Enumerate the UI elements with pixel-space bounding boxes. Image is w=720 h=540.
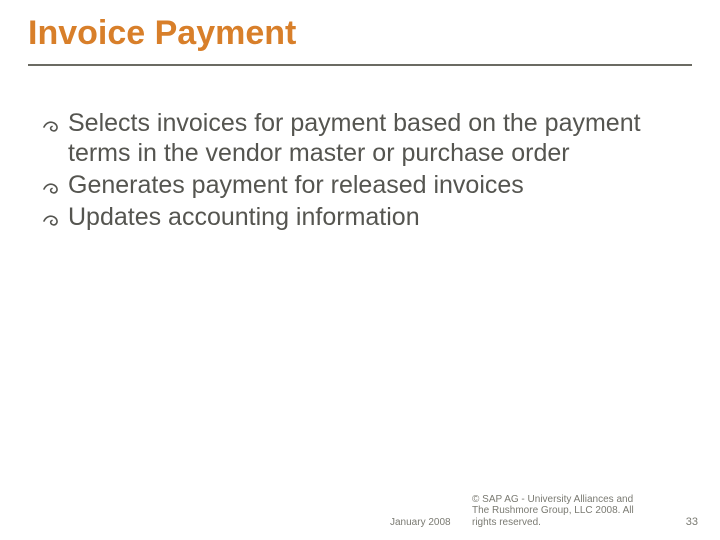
bullet-item: Selects invoices for payment based on th… [42,108,660,168]
footer-date: January 2008 [390,517,451,528]
bullet-swirl-icon [42,114,62,134]
title-underline [28,64,692,66]
bullet-item: Updates accounting information [42,202,660,232]
bullet-text: Selects invoices for payment based on th… [68,109,641,167]
slide-footer: January 2008 © SAP AG - University Allia… [0,488,720,528]
footer-page-number: 33 [686,516,698,528]
footer-copyright: © SAP AG - University Alliances and The … [472,494,642,529]
bullet-swirl-icon [42,208,62,228]
slide-title: Invoice Payment [28,14,690,59]
bullet-item: Generates payment for released invoices [42,170,660,200]
bullet-text: Updates accounting information [68,203,420,231]
slide-content: Selects invoices for payment based on th… [42,108,660,234]
bullet-text: Generates payment for released invoices [68,171,524,199]
slide: Invoice Payment Selects invoices for pay… [0,0,720,540]
bullet-swirl-icon [42,176,62,196]
